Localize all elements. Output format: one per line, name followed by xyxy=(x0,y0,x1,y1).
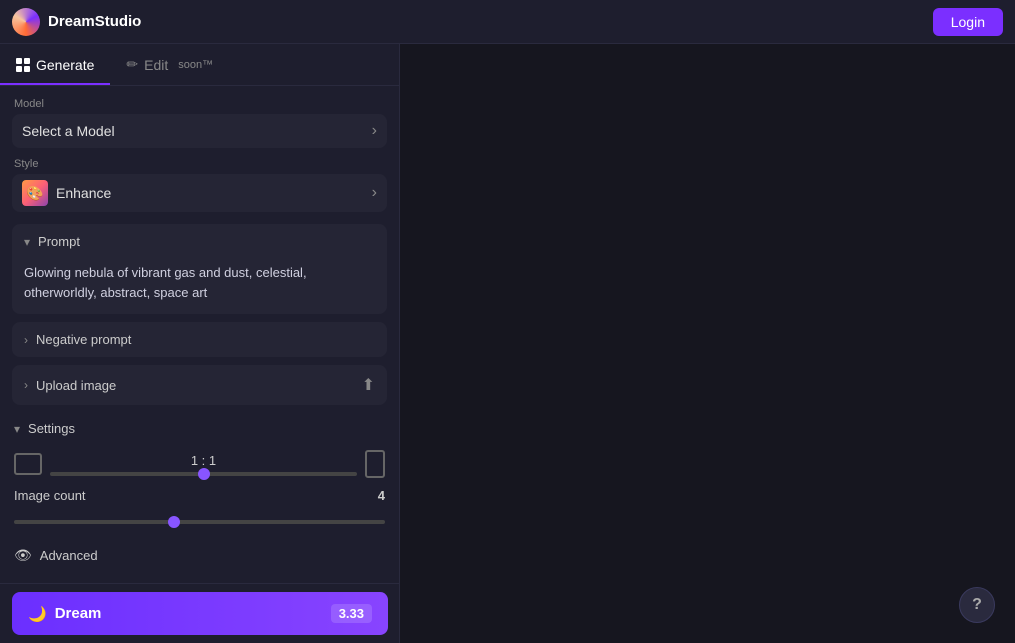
model-placeholder: Select a Model xyxy=(22,123,115,139)
upload-image-label: Upload image xyxy=(36,378,116,393)
upload-icon[interactable]: ⬆ xyxy=(362,375,375,395)
upload-image-row[interactable]: › Upload image ⬆ xyxy=(12,365,387,405)
negative-prompt-chevron-icon: › xyxy=(24,333,28,347)
eye-icon: 👁 xyxy=(14,547,32,564)
image-count-header: Image count 4 xyxy=(14,488,385,503)
dream-button[interactable]: 🌙 Dream 3.33 xyxy=(12,592,388,635)
aspect-icon-tall xyxy=(365,450,385,478)
tab-edit-label: Edit xyxy=(144,57,168,73)
model-chevron-right-icon: › xyxy=(372,122,377,140)
logo: DreamStudio xyxy=(12,8,141,36)
logo-icon xyxy=(12,8,40,36)
model-label: Model xyxy=(12,98,387,110)
settings-row[interactable]: ▾ Settings xyxy=(12,413,387,444)
logo-text: DreamStudio xyxy=(48,13,141,30)
aspect-slider-wrapper: 1 : 1 xyxy=(50,453,357,476)
advanced-label: Advanced xyxy=(40,548,98,563)
aspect-ratio-row: 1 : 1 xyxy=(12,450,387,478)
tab-edit-badge: soon™ xyxy=(178,59,213,71)
aspect-ratio-value: 1 : 1 xyxy=(191,453,216,468)
settings-chevron-down-icon: ▾ xyxy=(14,422,20,436)
style-emoji: 🎨 xyxy=(26,185,43,202)
main-area: ? xyxy=(400,44,1015,643)
prompt-chevron-down-icon: ▾ xyxy=(24,235,30,249)
prompt-header-label: Prompt xyxy=(38,234,80,249)
style-selector[interactable]: 🎨 Enhance › xyxy=(12,174,387,212)
image-count-value: 4 xyxy=(378,488,385,503)
login-button[interactable]: Login xyxy=(933,8,1003,36)
dream-cost: 3.33 xyxy=(331,604,372,623)
upload-left: › Upload image xyxy=(24,378,116,393)
image-count-label: Image count xyxy=(14,488,86,503)
style-thumbnail: 🎨 xyxy=(22,180,48,206)
sidebar: Generate ✏ Edit soon™ Model Select a Mod… xyxy=(0,44,400,643)
topbar: DreamStudio Login xyxy=(0,0,1015,44)
dream-button-container: 🌙 Dream 3.33 xyxy=(0,583,400,643)
sidebar-content: Model Select a Model › Style 🎨 Enhance ›… xyxy=(0,86,399,643)
aspect-ratio-slider[interactable] xyxy=(50,472,357,476)
dream-left: 🌙 Dream xyxy=(28,605,101,623)
edit-icon: ✏ xyxy=(126,56,138,73)
image-count-section: Image count 4 xyxy=(12,488,387,529)
style-chevron-right-icon: › xyxy=(372,184,377,202)
prompt-header[interactable]: ▾ Prompt xyxy=(12,224,387,259)
prompt-section: ▾ Prompt Glowing nebula of vibrant gas a… xyxy=(12,224,387,314)
style-left: 🎨 Enhance xyxy=(22,180,111,206)
settings-label: Settings xyxy=(28,421,75,436)
style-selected-label: Enhance xyxy=(56,185,111,201)
negative-prompt-label: Negative prompt xyxy=(36,332,131,347)
aspect-icon-wide xyxy=(14,453,42,475)
prompt-text[interactable]: Glowing nebula of vibrant gas and dust, … xyxy=(12,259,387,314)
style-label: Style xyxy=(12,158,387,170)
grid-icon xyxy=(16,58,30,72)
tab-edit[interactable]: ✏ Edit soon™ xyxy=(110,44,229,85)
dream-label: Dream xyxy=(55,605,102,622)
upload-chevron-icon: › xyxy=(24,378,28,392)
model-selector[interactable]: Select a Model › xyxy=(12,114,387,148)
advanced-row[interactable]: 👁 Advanced xyxy=(12,541,387,570)
negative-prompt-row[interactable]: › Negative prompt xyxy=(12,322,387,357)
tab-generate[interactable]: Generate xyxy=(0,45,110,85)
help-button[interactable]: ? xyxy=(959,587,995,623)
help-icon: ? xyxy=(972,596,982,614)
image-count-slider[interactable] xyxy=(14,520,385,524)
tab-generate-label: Generate xyxy=(36,57,94,73)
tab-row: Generate ✏ Edit soon™ xyxy=(0,44,399,86)
dream-icon: 🌙 xyxy=(28,605,47,623)
